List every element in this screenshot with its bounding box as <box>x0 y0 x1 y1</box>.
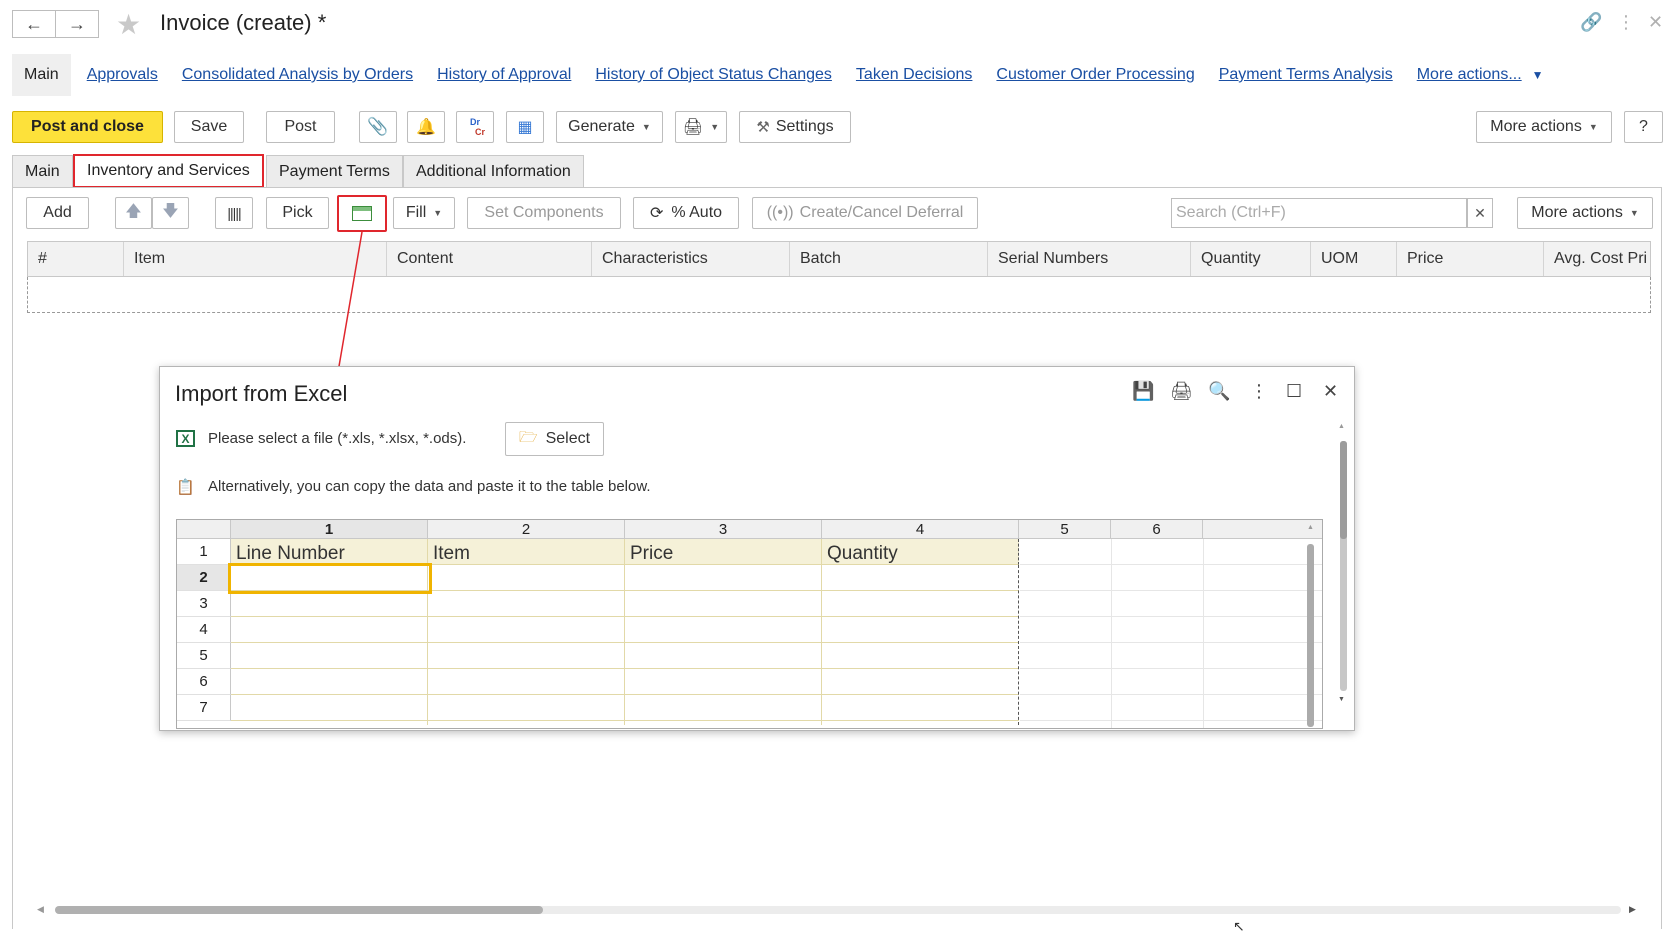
sheet-corner <box>177 520 231 539</box>
save-icon[interactable]: 💾 <box>1132 381 1154 402</box>
sheet-col-header[interactable]: 1 <box>231 520 428 539</box>
sheet-row-header[interactable]: 5 <box>177 643 231 669</box>
dialog-title: Import from Excel <box>175 381 348 406</box>
dialog-scrollbar-thumb[interactable] <box>1340 441 1347 539</box>
select-label: Select <box>545 430 591 447</box>
dialog-scroll-up-icon[interactable]: ▲ <box>1338 423 1345 430</box>
sheet-cell-header[interactable]: Price <box>625 539 822 565</box>
sheet-row-header[interactable]: 4 <box>177 617 231 643</box>
clipboard-icon: 📋 <box>176 479 195 496</box>
horizontal-scrollbar[interactable] <box>55 906 1621 914</box>
scrollbar-thumb[interactable] <box>55 906 543 914</box>
sheet-row-header[interactable]: 7 <box>177 695 231 721</box>
selected-cell[interactable] <box>228 563 432 594</box>
sheet-scrollbar-thumb[interactable] <box>1307 544 1314 727</box>
sheet-col-header[interactable]: 5 <box>1019 520 1111 539</box>
sheet-col-header-empty <box>1203 520 1322 539</box>
sheet-col-header[interactable]: 4 <box>822 520 1019 539</box>
dialog-scroll-down-icon[interactable]: ▼ <box>1338 696 1345 703</box>
more-menu-icon[interactable]: ⋮ <box>1250 381 1268 402</box>
sheet-scroll-up-icon[interactable]: ▲ <box>1307 524 1314 531</box>
maximize-icon[interactable]: ☐ <box>1286 381 1302 402</box>
sheet-cell-header[interactable]: Line Number <box>231 539 428 565</box>
preview-icon[interactable]: 🔍 <box>1208 381 1230 402</box>
sheet-col-header[interactable]: 3 <box>625 520 822 539</box>
sheet-row-header[interactable]: 1 <box>177 539 231 565</box>
paste-spreadsheet[interactable]: 1 2 3 4 5 6 1 2 3 4 5 6 7 Line Number It… <box>176 519 1323 729</box>
sheet-row-header[interactable]: 3 <box>177 591 231 617</box>
folder-upload-icon: 🗁 <box>518 428 538 446</box>
scroll-right-icon[interactable]: ▶ <box>1629 904 1636 915</box>
sheet-col-header[interactable]: 6 <box>1111 520 1203 539</box>
sheet-gridline <box>821 565 822 725</box>
file-prompt-text: Please select a file (*.xls, *.xlsx, *.o… <box>208 430 467 447</box>
sheet-col-header[interactable]: 2 <box>428 520 625 539</box>
dialog-scrollbar-track[interactable] <box>1340 441 1347 691</box>
sheet-gridline <box>1203 539 1204 728</box>
sheet-cell-header[interactable]: Quantity <box>822 539 1019 565</box>
select-file-button[interactable]: 🗁 Select <box>505 422 604 456</box>
sheet-gridline <box>1111 539 1112 728</box>
sheet-row-header[interactable]: 6 <box>177 669 231 695</box>
sheet-vertical-scrollbar[interactable] <box>1305 544 1315 727</box>
paste-hint-text: Alternatively, you can copy the data and… <box>208 478 651 495</box>
scroll-left-icon[interactable]: ◀ <box>37 904 44 915</box>
sheet-gridline <box>624 565 625 725</box>
mouse-cursor-icon: ↖ <box>1233 918 1245 934</box>
dialog-vertical-scrollbar[interactable]: ▲ ▼ <box>1338 423 1350 725</box>
excel-icon: X <box>176 430 195 447</box>
import-from-excel-dialog: Import from Excel 💾 🖨 🔍 ⋮ ☐ ✕ X Please s… <box>159 366 1355 731</box>
close-dialog-icon[interactable]: ✕ <box>1323 381 1338 402</box>
sheet-cell-header[interactable]: Item <box>428 539 625 565</box>
sheet-row-header[interactable]: 2 <box>177 565 231 591</box>
print-icon[interactable]: 🖨 <box>1170 381 1193 402</box>
sheet-body-right[interactable] <box>1020 539 1322 728</box>
